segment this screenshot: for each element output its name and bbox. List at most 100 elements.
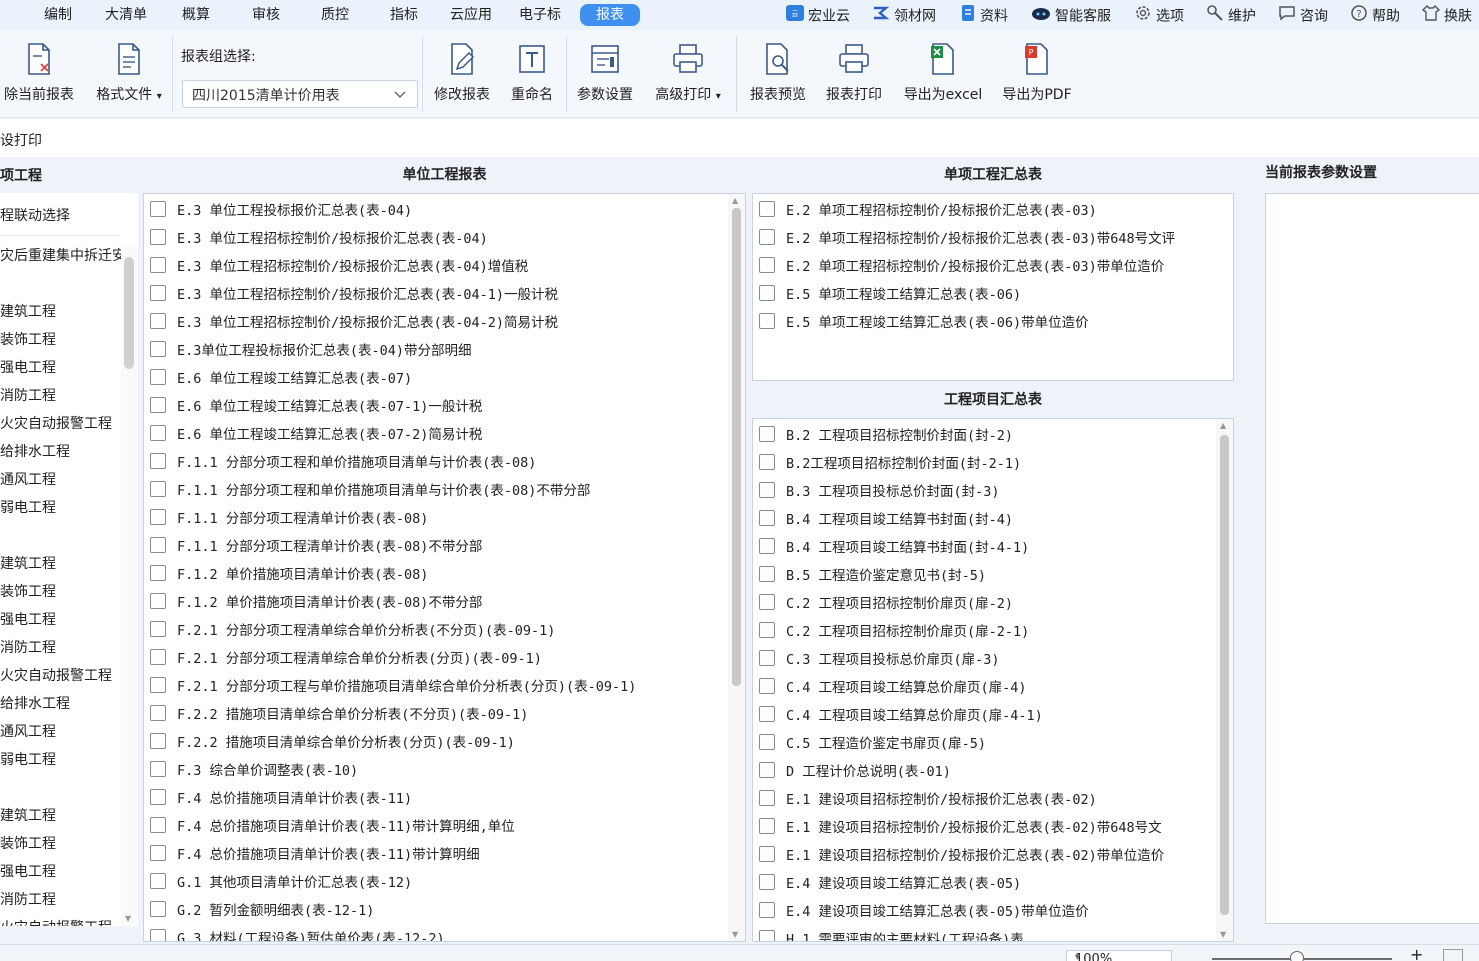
report-row[interactable]: F.1.1 分部分项工程和单价措施项目清单与计价表(表-08) [144,447,727,475]
report-checkbox[interactable] [759,285,775,301]
report-checkbox[interactable] [759,706,775,722]
linked-select-toggle[interactable]: 程联动选择 [0,205,70,225]
zoom-slider-handle[interactable] [1289,951,1304,961]
tree-scrollbar[interactable]: ▼ [121,245,137,925]
report-row[interactable]: E.3 单位工程投标报价汇总表(表-04) [144,195,727,223]
report-row[interactable]: F.1.1 分部分项工程清单计价表(表-08)不带分部 [144,531,727,559]
report-row[interactable]: G.1 其他项目清单计价汇总表(表-12) [144,867,727,895]
advanced-print-button[interactable]: 高级打印 ▾ [646,38,730,110]
report-row[interactable]: E.2 单项工程招标控制价/投标报价汇总表(表-03)带单位造价 [753,251,1215,279]
report-checkbox[interactable] [759,201,775,217]
report-row[interactable]: E.3 单位工程招标控制价/投标报价汇总表(表-04) [144,223,727,251]
report-checkbox[interactable] [759,229,775,245]
report-checkbox[interactable] [150,481,166,497]
edit-report-button[interactable]: 修改报表 [428,38,496,110]
menu-item-3[interactable]: 审核 [245,4,287,26]
service-wrench[interactable]: 维护 [1206,4,1256,26]
report-checkbox[interactable] [150,677,166,693]
report-preview-button[interactable]: 报表预览 [744,38,812,110]
report-checkbox[interactable] [759,762,775,778]
report-checkbox[interactable] [150,845,166,861]
report-row[interactable]: E.3 单位工程招标控制价/投标报价汇总表(表-04-1)一般计税 [144,279,727,307]
delete-current-report-button[interactable]: 除当前报表 [0,38,78,110]
service-chat[interactable]: 咨询 [1278,4,1328,26]
zoom-select[interactable]: 100% ▾ [1066,950,1172,961]
tree-item[interactable]: 建筑工程 [0,553,122,573]
report-row[interactable]: C.2 工程项目招标控制价扉页(扉-2-1) [753,616,1215,644]
tree-item[interactable]: 火灾自动报警工程 [0,665,122,685]
report-row[interactable]: E.4 建设项目竣工结算汇总表(表-05) [753,868,1215,896]
report-checkbox[interactable] [150,397,166,413]
report-checkbox[interactable] [150,817,166,833]
fit-page-icon[interactable] [1443,949,1463,961]
report-checkbox[interactable] [150,369,166,385]
report-checkbox[interactable] [150,761,166,777]
report-row[interactable]: E.1 建设项目招标控制价/投标报价汇总表(表-02) [753,784,1215,812]
report-checkbox[interactable] [150,509,166,525]
report-group-select[interactable]: 四川2015清单计价用表 [182,80,418,108]
report-checkbox[interactable] [150,341,166,357]
report-row[interactable]: F.2.2 措施项目清单综合单价分析表(分页)(表-09-1) [144,727,727,755]
menu-item-7[interactable]: 电子标 [513,4,567,26]
service-customer-service[interactable]: 智能客服 [1031,4,1111,26]
report-row[interactable]: E.2 单项工程招标控制价/投标报价汇总表(表-03)带648号文评 [753,223,1215,251]
scroll-up-icon[interactable]: ▲ [732,196,738,205]
report-row[interactable]: B.2 工程项目招标控制价封面(封-2) [753,420,1215,448]
report-checkbox[interactable] [759,510,775,526]
tree-item[interactable]: 火灾自动报警工程 [0,413,122,433]
report-checkbox[interactable] [150,565,166,581]
scroll-down-icon[interactable]: ▼ [125,914,131,923]
report-checkbox[interactable] [150,285,166,301]
report-checkbox[interactable] [759,566,775,582]
report-row[interactable]: H.1 需要评审的主要材料(工程设备)表 [753,924,1215,941]
tree-item[interactable]: 火灾自动报警工程 [0,917,122,926]
menu-item-2[interactable]: 概算 [175,4,217,26]
report-row[interactable]: D 工程计价总说明(表-01) [753,756,1215,784]
tree-item[interactable]: 给排水工程 [0,441,122,461]
report-row[interactable]: C.4 工程项目竣工结算总价扉页(扉-4-1) [753,700,1215,728]
report-row[interactable]: B.5 工程造价鉴定意见书(封-5) [753,560,1215,588]
report-row[interactable]: F.4 总价措施项目清单计价表(表-11)带计算明细 [144,839,727,867]
tree-item[interactable]: 建筑工程 [0,301,122,321]
tree-item[interactable]: 装饰工程 [0,329,122,349]
report-row[interactable]: F.1.2 单价措施项目清单计价表(表-08)不带分部 [144,587,727,615]
report-checkbox[interactable] [150,229,166,245]
report-row[interactable]: F.3 综合单价调整表(表-10) [144,755,727,783]
report-checkbox[interactable] [150,593,166,609]
report-row[interactable]: B.3 工程项目投标总价封面(封-3) [753,476,1215,504]
report-row[interactable]: F.4 总价措施项目清单计价表(表-11)带计算明细,单位 [144,811,727,839]
report-row[interactable]: F.2.2 措施项目清单综合单价分析表(不分页)(表-09-1) [144,699,727,727]
report-checkbox[interactable] [150,649,166,665]
report-checkbox[interactable] [150,257,166,273]
report-checkbox[interactable] [759,734,775,750]
report-row[interactable]: F.4 总价措施项目清单计价表(表-11) [144,783,727,811]
service-gear[interactable]: 选项 [1134,4,1184,26]
report-checkbox[interactable] [759,874,775,890]
scroll-down-icon[interactable]: ▼ [1220,930,1226,939]
scroll-thumb[interactable] [732,208,741,686]
menu-item-4[interactable]: 质控 [314,4,356,26]
report-checkbox[interactable] [759,846,775,862]
unit-reports-scrollbar[interactable]: ▲ ▼ [728,194,745,941]
tree-item[interactable]: 强电工程 [0,861,122,881]
report-row[interactable]: C.2 工程项目招标控制价扉页(扉-2) [753,588,1215,616]
report-checkbox[interactable] [150,873,166,889]
report-row[interactable]: B.4 工程项目竣工结算书封面(封-4) [753,504,1215,532]
report-row[interactable]: F.2.1 分部分项工程清单综合单价分析表(不分页)(表-09-1) [144,615,727,643]
report-row[interactable]: F.2.1 分部分项工程与单价措施项目清单综合单价分析表(分页)(表-09-1) [144,671,727,699]
report-row[interactable]: E.1 建设项目招标控制价/投标报价汇总表(表-02)带648号文 [753,812,1215,840]
report-checkbox[interactable] [150,789,166,805]
tree-item[interactable]: 建筑工程 [0,805,122,825]
report-checkbox[interactable] [150,453,166,469]
scroll-down-icon[interactable]: ▼ [732,930,738,939]
tree-item[interactable]: 装饰工程 [0,581,122,601]
service-skin[interactable]: 换肤 [1421,4,1472,26]
report-checkbox[interactable] [759,594,775,610]
report-checkbox[interactable] [150,733,166,749]
report-checkbox[interactable] [759,790,775,806]
scroll-thumb[interactable] [1220,435,1229,915]
report-row[interactable]: C.4 工程项目竣工结算总价扉页(扉-4) [753,672,1215,700]
menu-item-0[interactable]: 编制 [40,4,76,26]
report-row[interactable]: E.2 单项工程招标控制价/投标报价汇总表(表-03) [753,195,1215,223]
report-checkbox[interactable] [759,538,775,554]
